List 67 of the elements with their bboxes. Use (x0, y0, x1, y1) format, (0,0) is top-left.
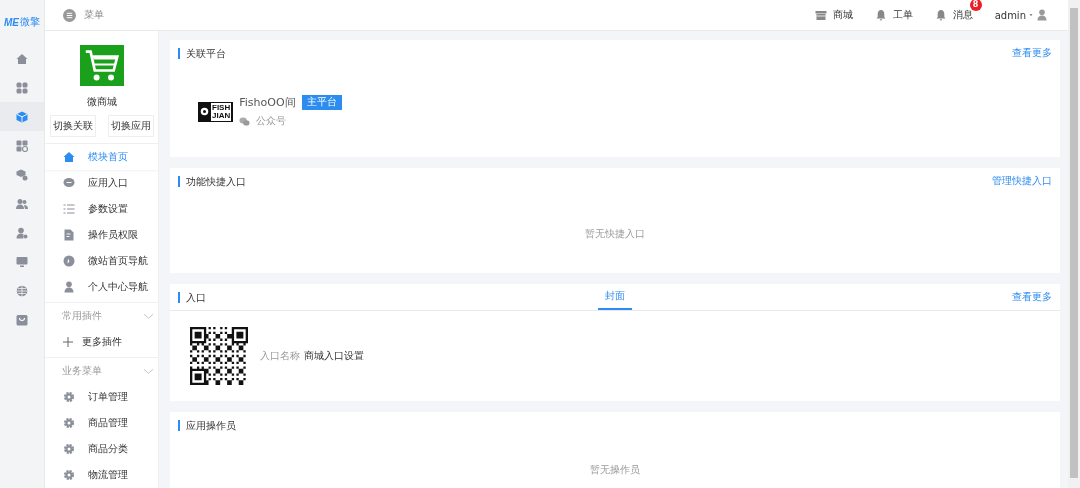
logo-text: JIAN (212, 111, 231, 120)
person-icon (63, 281, 75, 293)
card-link[interactable]: 查看更多 (1012, 46, 1052, 60)
card-link[interactable]: 查看更多 (1012, 290, 1052, 304)
gear-icon (63, 391, 75, 403)
qr-code (190, 327, 248, 385)
menu-icon (63, 8, 76, 22)
empty-message: 暂无操作员 (590, 463, 640, 477)
topbar-link[interactable]: 商城 (814, 8, 853, 22)
menu-item[interactable]: 个人中心导航 (45, 274, 158, 300)
cube-icon (16, 110, 28, 123)
menu-item[interactable]: 物流管理 (45, 462, 158, 488)
platform-tag: 主平台 (301, 95, 342, 110)
entry-name-field: 入口名称 商城入口设置 (260, 349, 364, 363)
card-tab[interactable]: 封面 (598, 284, 632, 310)
list-icon (63, 203, 75, 215)
user-gear-icon (16, 226, 28, 239)
module-name: 微商城 (86, 96, 117, 107)
card-title: 关联平台 (178, 47, 1012, 59)
card-title: 功能快捷入口 (178, 175, 992, 187)
menu-item[interactable]: 商品管理 (45, 410, 158, 436)
gear-icon (63, 417, 75, 429)
menu-item[interactable]: 应用入口 (45, 170, 158, 196)
monitor-icon (16, 255, 28, 268)
home-icon (63, 151, 75, 163)
menu-item[interactable]: 订单管理 (45, 384, 158, 410)
menu-label[interactable]: 菜单 (84, 8, 104, 22)
logo-text: 微擎 (20, 15, 40, 29)
platform-type: 公众号 (256, 115, 287, 128)
users-icon (16, 197, 28, 210)
switch-button[interactable]: 切换应用 (108, 115, 154, 137)
card-link[interactable]: 管理快捷入口 (992, 174, 1052, 188)
rail-item[interactable] (0, 102, 44, 131)
platform-name: FishoOO间 (239, 95, 296, 110)
cubes-icon (16, 168, 28, 181)
plus-icon (62, 336, 74, 348)
card-title: 应用操作员 (178, 419, 1052, 431)
apps-icon (16, 139, 28, 152)
menu-item[interactable]: 模块首页 (45, 144, 158, 170)
document-icon (63, 229, 75, 241)
menu-item[interactable]: 参数设置 (45, 196, 158, 222)
chat-icon (63, 177, 75, 189)
bell-icon (874, 9, 887, 21)
topbar-link[interactable]: 工单 (874, 8, 913, 22)
user-menu[interactable]: admin (994, 8, 1048, 22)
globe-icon (16, 284, 28, 297)
home-icon (16, 52, 28, 65)
menu-item[interactable]: 商品分类 (45, 436, 158, 462)
gear-icon (63, 469, 75, 481)
bell-icon (934, 9, 947, 21)
person-icon (1036, 9, 1048, 21)
compass-icon (63, 255, 75, 267)
scrollbar-thumb[interactable] (1070, 8, 1078, 478)
switch-button[interactable]: 切换关联 (50, 115, 96, 137)
menu-item[interactable]: 更多插件 (45, 329, 158, 355)
notification-badge: 8 (969, 0, 982, 11)
logo-mark: ME (4, 16, 19, 28)
gear-icon (63, 443, 75, 455)
bag-icon (16, 313, 28, 326)
topbar-link[interactable]: 消息 8 (934, 0, 982, 22)
menu-item[interactable]: 微站首页导航 (45, 248, 158, 274)
store-icon (814, 9, 827, 21)
logo-text: FISH (212, 103, 231, 112)
menu-item[interactable]: 操作员权限 (45, 222, 158, 248)
wechat-icon (239, 116, 251, 127)
grid-icon (16, 81, 28, 94)
empty-message: 暂无快捷入口 (585, 226, 645, 241)
